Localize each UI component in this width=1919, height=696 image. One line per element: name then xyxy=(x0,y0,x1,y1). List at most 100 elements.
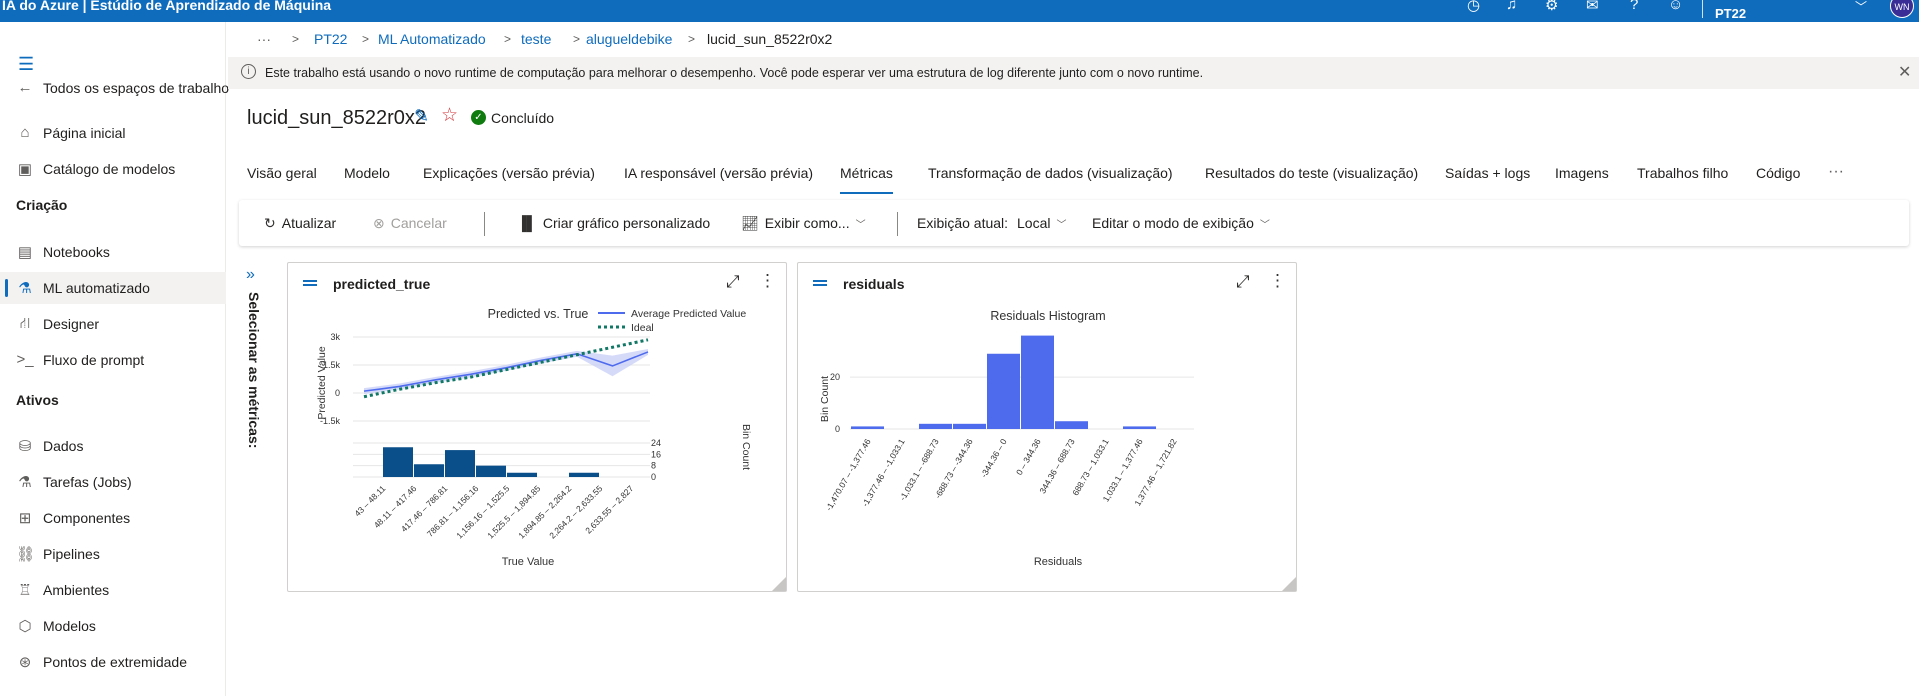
cancel-button[interactable]: ⊗ Cancelar xyxy=(373,215,447,232)
smiley-icon[interactable]: ☺ xyxy=(1668,0,1683,13)
sidebar-item-notebooks[interactable]: ▤ Notebooks xyxy=(0,236,226,268)
resize-handle[interactable] xyxy=(1282,577,1296,591)
breadcrumb-automl[interactable]: ML Automatizado xyxy=(378,31,486,47)
avatar[interactable]: WN xyxy=(1890,0,1914,18)
chevron-down-icon[interactable]: ﹀ xyxy=(1855,0,1867,15)
sidebar-item-models[interactable]: ⬡ Modelos xyxy=(0,610,226,642)
chevron-down-icon: ﹀ xyxy=(1056,220,1067,231)
tab-data-transformation[interactable]: Transformação de dados (visualização) xyxy=(928,165,1173,195)
histogram-bar xyxy=(1123,426,1156,429)
breadcrumb-overflow[interactable]: ··· xyxy=(257,31,271,47)
expand-icon[interactable]: ⤢ xyxy=(726,272,740,292)
sidebar-item-automl[interactable]: ⚗ ML automatizado xyxy=(0,272,226,304)
tab-responsible-ai[interactable]: IA responsável (versão prévia) xyxy=(624,165,813,195)
automl-icon: ⚗ xyxy=(18,280,32,297)
sidebar-item-label: Ambientes xyxy=(43,582,110,598)
arrow-left-icon: ← xyxy=(17,79,33,96)
residuals-chart: Residuals Histogram Bin Count Residuals … xyxy=(819,309,1194,568)
sidebar-item-data[interactable]: ⛁ Dados xyxy=(0,430,226,462)
workspace-name[interactable]: PT22 xyxy=(1715,6,1746,21)
current-view-dropdown[interactable]: Local ﹀ xyxy=(1017,215,1066,231)
custom-chart-button[interactable]: ▐▌ Criar gráfico personalizado xyxy=(517,215,710,231)
tab-test-results[interactable]: Resultados do teste (visualização) xyxy=(1205,165,1418,195)
y-axis-label: Bin Count xyxy=(819,376,831,422)
metrics-panel-label[interactable]: Selecionar as métricas: xyxy=(246,292,262,448)
sidebar-item-jobs[interactable]: ⚗ Tarefas (Jobs) xyxy=(0,466,226,498)
models-icon: ⬡ xyxy=(18,618,32,635)
tab-metrics[interactable]: Métricas xyxy=(840,165,893,195)
cancel-icon: ⊗ xyxy=(373,215,385,231)
sidebar-item-pipelines[interactable]: ⛓ Pipelines xyxy=(0,538,226,570)
app-title[interactable]: IA do Azure | Estúdio de Aprendizado de … xyxy=(2,0,331,13)
pipelines-icon: ⛓ xyxy=(16,546,36,563)
sidebar-item-home[interactable]: ⌂ Página inicial xyxy=(0,117,226,149)
tab-outputs-logs[interactable]: Saídas + logs xyxy=(1445,165,1530,195)
breadcrumb-parent-job[interactable]: alugueldebike xyxy=(586,31,672,47)
histogram-bar xyxy=(476,465,506,477)
data-icon: ⛁ xyxy=(18,438,32,455)
star-icon[interactable]: ☆ xyxy=(441,104,458,127)
gear-icon[interactable]: ⚙ xyxy=(1545,0,1558,14)
view-as-dropdown[interactable]: 📈︎ Exibir como... ﹀ xyxy=(741,215,866,232)
home-icon: ⌂ xyxy=(20,124,30,141)
cancel-label: Cancelar xyxy=(390,215,447,231)
resize-handle[interactable] xyxy=(772,577,786,591)
expand-panel-icon[interactable]: » xyxy=(246,266,255,284)
tab-model[interactable]: Modelo xyxy=(344,165,390,195)
tab-images[interactable]: Imagens xyxy=(1555,165,1609,195)
histogram-bar xyxy=(1021,335,1054,429)
sidebar-item-prompt-flow[interactable]: >_ Fluxo de prompt xyxy=(0,344,226,376)
x-tick-label: -344.36 – 0 xyxy=(979,437,1009,479)
sidebar-item-components[interactable]: ⊞ Componentes xyxy=(0,502,226,534)
expand-icon[interactable]: ⤢ xyxy=(1236,272,1250,292)
info-banner: i Este trabalho está usando o novo runti… xyxy=(228,57,1919,89)
breadcrumb-experiment[interactable]: teste xyxy=(521,31,551,47)
sidebar-item-label: Designer xyxy=(43,316,100,332)
feedback-icon[interactable]: ✉ xyxy=(1586,0,1599,14)
y2-axis-label: Bin Count xyxy=(740,424,752,470)
divider xyxy=(1702,0,1703,18)
more-options-icon[interactable]: ⋮ xyxy=(1269,271,1286,291)
toolbar: ↻ Atualizar ⊗ Cancelar ▐▌ Criar gráfico per… xyxy=(239,200,1909,246)
sidebar: ☰ ← Todos os espaços de trabalho ⌂ Págin… xyxy=(0,22,230,696)
breadcrumb-workspace[interactable]: PT22 xyxy=(314,31,347,47)
y-tick-label: 20 xyxy=(830,372,840,382)
chevron-down-icon: ﹀ xyxy=(1259,220,1270,231)
edit-view-dropdown[interactable]: Editar o modo de exibição ﹀ xyxy=(1092,215,1270,231)
tab-code[interactable]: Código xyxy=(1756,165,1800,195)
y2-tick-label: 0 xyxy=(651,472,656,482)
prompt-flow-icon: >_ xyxy=(16,351,34,368)
sidebar-item-label: Modelos xyxy=(43,618,96,634)
histogram-bar xyxy=(445,450,475,477)
more-options-icon[interactable]: ⋮ xyxy=(759,271,776,291)
bar-chart-icon: ▐▌ xyxy=(517,215,537,231)
drag-handle-icon[interactable] xyxy=(813,277,829,289)
tab-overview[interactable]: Visão geral xyxy=(247,165,317,195)
sidebar-item-label: ML automatizado xyxy=(43,280,150,296)
y-tick-label: 3k xyxy=(330,332,340,342)
notebook-icon: ▤ xyxy=(17,244,33,261)
bell-icon[interactable]: ♫ xyxy=(1506,0,1517,13)
sidebar-item-endpoints[interactable]: ⊛ Pontos de extremidade xyxy=(0,646,226,678)
edit-icon[interactable]: ✎ xyxy=(414,106,429,127)
x-axis-label: Residuals xyxy=(1034,556,1083,568)
tab-child-jobs[interactable]: Trabalhos filho xyxy=(1637,165,1728,195)
back-to-workspaces[interactable]: ← Todos os espaços de trabalho xyxy=(0,72,230,104)
histogram-bar xyxy=(383,447,413,477)
sidebar-item-environments[interactable]: ♖ Ambientes xyxy=(0,574,226,606)
refresh-button[interactable]: ↻ Atualizar xyxy=(264,215,336,232)
sidebar-item-model-catalog[interactable]: ▣ Catálogo de modelos xyxy=(0,153,226,185)
clock-icon[interactable]: ◷ xyxy=(1467,0,1480,14)
y2-tick-label: 24 xyxy=(651,438,661,448)
sidebar-item-designer[interactable]: ⛙ Designer xyxy=(0,308,226,340)
tab-explanations[interactable]: Explicações (versão prévia) xyxy=(423,165,595,195)
drag-handle-icon[interactable] xyxy=(303,277,319,289)
histogram-bar xyxy=(953,423,986,429)
card-title: residuals xyxy=(843,276,905,292)
y-axis-label: Predicted Value xyxy=(316,346,328,420)
help-icon[interactable]: ? xyxy=(1630,0,1638,13)
more-tabs-icon[interactable]: ··· xyxy=(1828,163,1844,181)
close-icon[interactable]: ✕ xyxy=(1898,62,1911,82)
y2-tick-label: 16 xyxy=(651,449,661,459)
sidebar-item-label: Página inicial xyxy=(43,125,126,141)
